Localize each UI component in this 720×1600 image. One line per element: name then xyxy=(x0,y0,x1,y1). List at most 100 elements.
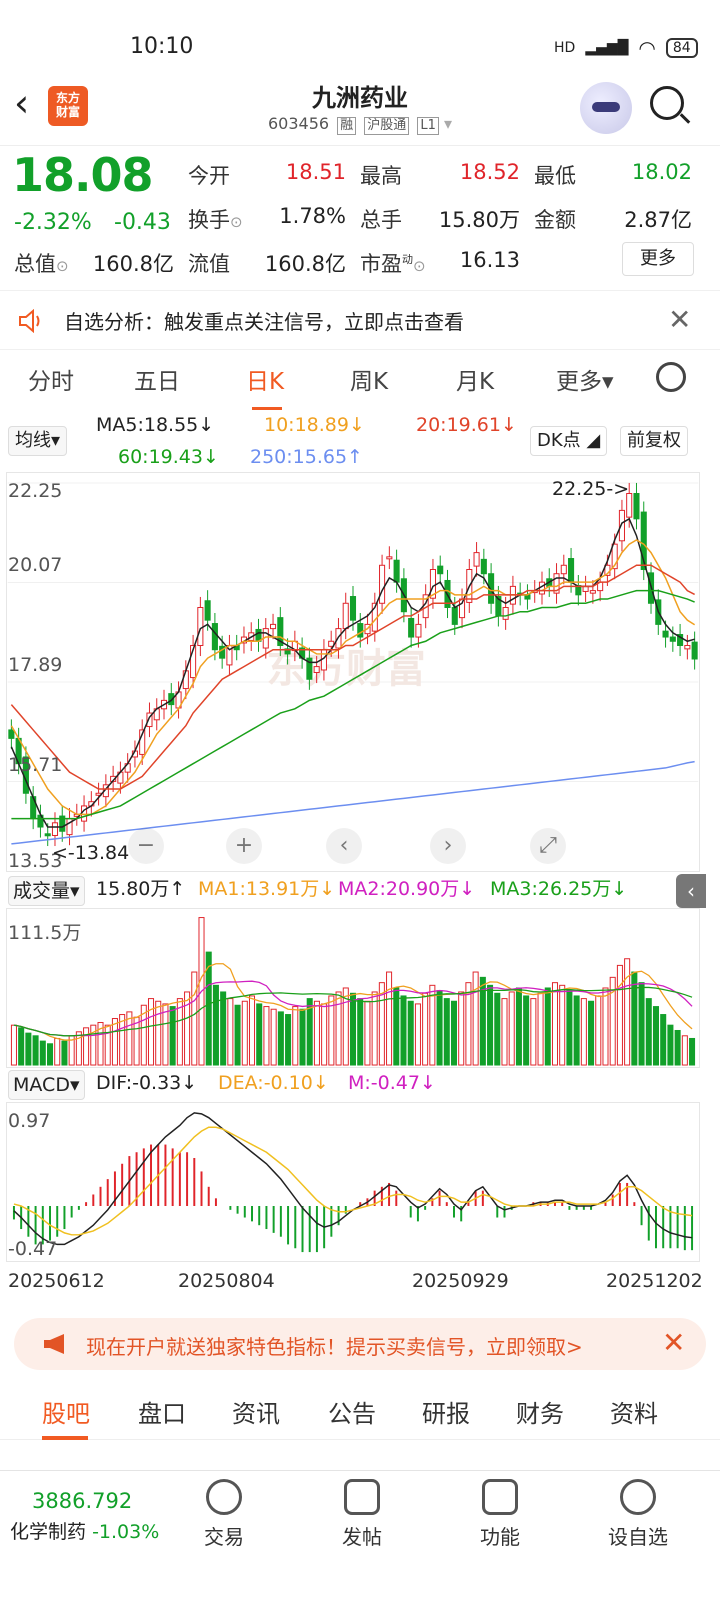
tab-daily-k[interactable]: 日K xyxy=(246,362,284,410)
scroll-left-button[interactable]: ‹ xyxy=(326,828,362,864)
volume-bar xyxy=(645,998,652,1066)
pe-label[interactable]: 市盈动⊙ xyxy=(360,248,426,278)
assistant-robot-icon[interactable] xyxy=(580,82,632,134)
candle-body xyxy=(582,585,589,592)
search-icon[interactable] xyxy=(650,86,684,120)
analysis-banner[interactable]: 自选分析：触发重点关注信号，立即点击查看 ✕ xyxy=(0,290,720,350)
macd-dif: DIF:-0.33↓ xyxy=(96,1072,198,1094)
tab-five-day[interactable]: 五日 xyxy=(134,362,180,396)
volume-bar xyxy=(400,995,407,1066)
ma10-value: 10:18.89↓ xyxy=(264,414,365,436)
volume-bar xyxy=(313,1000,320,1066)
zoom-in-button[interactable]: + xyxy=(226,828,262,864)
candle-body xyxy=(211,623,218,651)
fullscreen-icon[interactable]: ⤢ xyxy=(530,828,566,864)
volume-bar xyxy=(393,987,400,1066)
tab-more[interactable]: 更多▾ xyxy=(556,362,614,396)
volume-bar xyxy=(523,995,530,1066)
volume-bar xyxy=(220,991,227,1066)
low-label: 最低 xyxy=(534,164,576,188)
volume-bar xyxy=(270,1008,277,1066)
volume-ma2: MA2:20.90万↓ xyxy=(338,878,476,900)
volume-bar xyxy=(335,991,342,1066)
macd-chart[interactable] xyxy=(6,1102,700,1262)
nav-functions[interactable]: 功能 xyxy=(450,1479,550,1550)
y-tick-1: 20.07 xyxy=(8,554,63,576)
header: ‹ 东方 财富 九洲药业 603456 融 沪股通 L1 ▾ xyxy=(0,70,720,146)
volume-bar xyxy=(429,984,436,1066)
change-percent: -2.32% xyxy=(14,210,92,235)
tab-financials[interactable]: 财务 xyxy=(516,1394,564,1429)
volume-bar xyxy=(285,1014,292,1066)
candle-body xyxy=(662,630,669,638)
macd-top-tick: 0.97 xyxy=(8,1110,51,1132)
volume-bar xyxy=(349,992,357,1066)
signal-icon: ▂▄▆█ xyxy=(585,40,629,56)
candle-body xyxy=(589,590,596,594)
volume-chart[interactable] xyxy=(6,908,700,1068)
turnover-label[interactable]: 换手⊙ xyxy=(188,204,243,234)
volume-value: 15.80万 xyxy=(438,208,520,232)
yen-icon xyxy=(206,1479,242,1515)
candle-body xyxy=(386,556,393,560)
market-cap-label[interactable]: 总值⊙ xyxy=(14,248,69,278)
candle-body xyxy=(8,729,15,739)
candle-body xyxy=(684,644,691,650)
more-button[interactable]: 更多 xyxy=(622,242,694,276)
tab-weekly-k[interactable]: 周K xyxy=(350,362,388,396)
volume-bar xyxy=(501,998,508,1066)
tab-monthly-k[interactable]: 月K xyxy=(456,362,494,396)
y-tick-3: 15.71 xyxy=(8,754,63,776)
volume-bar xyxy=(494,992,501,1066)
volume-bar xyxy=(472,971,479,1066)
sector-name: 化学制药 xyxy=(10,1521,87,1543)
turnover-value: 1.78% xyxy=(279,204,346,228)
nav-post[interactable]: 发帖 xyxy=(312,1479,412,1550)
promo-banner[interactable]: 现在开户就送独家特色指标！提示买卖信号，立即领取> ✕ xyxy=(14,1318,706,1370)
candle-body xyxy=(51,822,59,836)
adjust-button[interactable]: 前复权 xyxy=(620,426,688,456)
dk-point-button[interactable]: DK点 ◢ xyxy=(530,426,608,456)
macd-m: M:-0.47↓ xyxy=(348,1072,436,1094)
close-icon[interactable]: ✕ xyxy=(668,303,691,336)
volume-bar xyxy=(588,1000,595,1066)
volume-bar xyxy=(234,1004,241,1066)
volume-bar xyxy=(111,1018,118,1066)
sector-index[interactable]: 3886.792 化学制药 -1.03% xyxy=(10,1489,159,1544)
macd-selector[interactable]: MACD▾ xyxy=(8,1070,85,1100)
volume-ma1: MA1:13.91万↓ xyxy=(198,878,336,900)
tab-news[interactable]: 资讯 xyxy=(232,1394,280,1429)
ma250-value: 250:15.65↑ xyxy=(250,446,363,468)
ma5-value: MA5:18.55↓ xyxy=(96,414,215,436)
volume-bar xyxy=(573,995,580,1066)
tab-intraday[interactable]: 分时 xyxy=(28,362,74,396)
volume-bar xyxy=(292,1006,299,1066)
scroll-right-button[interactable]: › xyxy=(430,828,466,864)
open-label: 今开 xyxy=(188,164,230,188)
volume-bar xyxy=(602,987,609,1066)
tab-orderbook[interactable]: 盘口 xyxy=(138,1394,186,1429)
close-icon[interactable]: ✕ xyxy=(662,1326,685,1359)
nav-add-watchlist[interactable]: 设自选 xyxy=(588,1479,688,1550)
status-time: 10:10 xyxy=(130,34,194,59)
tab-announcements[interactable]: 公告 xyxy=(328,1394,376,1429)
tab-research[interactable]: 研报 xyxy=(422,1394,470,1429)
nav-trade[interactable]: 交易 xyxy=(174,1479,274,1550)
kline-chart[interactable]: 东方财富 xyxy=(6,472,700,872)
collapse-panel-icon[interactable]: ‹ xyxy=(676,874,706,908)
high-label: 最高 xyxy=(360,164,402,188)
volume-bar xyxy=(689,1037,696,1066)
volume-bar xyxy=(241,1000,248,1066)
amount-label: 金额 xyxy=(534,208,576,232)
dropdown-icon: ▾ xyxy=(443,114,453,133)
tab-profile[interactable]: 资料 xyxy=(610,1394,658,1429)
gear-icon[interactable] xyxy=(656,362,686,392)
zoom-out-button[interactable]: − xyxy=(128,828,164,864)
volume-bar xyxy=(54,1037,61,1066)
tab-forum[interactable]: 股吧 xyxy=(42,1394,90,1429)
volume-bar xyxy=(580,998,587,1066)
volume-bar xyxy=(595,995,602,1066)
ma-selector[interactable]: 均线▾ xyxy=(8,426,68,456)
volume-selector[interactable]: 成交量▾ xyxy=(8,876,85,906)
volume-bar xyxy=(407,1000,414,1066)
